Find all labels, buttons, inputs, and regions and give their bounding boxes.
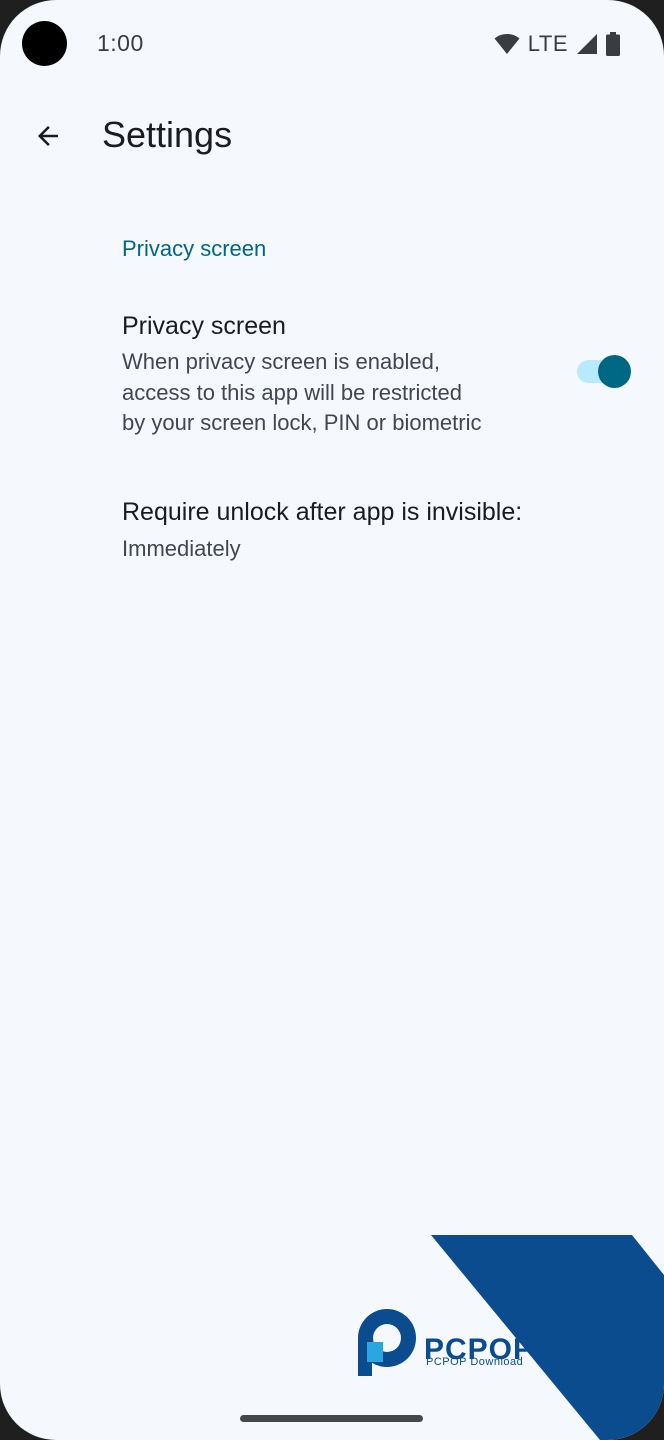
privacy-screen-switch[interactable]	[577, 355, 632, 388]
preference-title: Require unlock after app is invisible:	[122, 498, 523, 526]
section-header-privacy: Privacy screen	[122, 236, 267, 261]
signal-icon	[577, 34, 597, 54]
network-type-label: LTE	[527, 31, 568, 56]
switch-thumb	[598, 355, 631, 388]
require-unlock-preference[interactable]: Require unlock after app is invisible: I…	[0, 486, 664, 582]
arrow-back-icon	[38, 126, 58, 146]
watermark-brand: PCPOP下载	[424, 1333, 597, 1366]
phone-screen: 1:00 LTE Settings Privacy screen Privacy…	[0, 0, 664, 1440]
watermark-subtitle: PCPOP Download	[426, 1356, 524, 1368]
status-icons: LTE	[494, 30, 620, 58]
preference-summary: Immediately	[122, 536, 241, 561]
summary-line: access to this app will be restricted	[122, 379, 462, 405]
summary-line: When privacy screen is enabled,	[122, 349, 440, 374]
privacy-screen-preference[interactable]: Privacy screen When privacy screen is en…	[0, 296, 664, 456]
top-app-bar: Settings	[0, 96, 664, 180]
watermark: PCPOP下载 PCPOP Download	[0, 0, 664, 1440]
page-title: Settings	[102, 114, 233, 155]
summary-line: by your screen lock, PIN or biometric	[122, 410, 482, 435]
preference-summary: When privacy screen is enabled, access t…	[122, 347, 532, 439]
watermark-logo-icon	[358, 1309, 416, 1376]
camera-cutout	[22, 21, 67, 66]
back-button[interactable]	[22, 110, 74, 162]
watermark-stripe	[431, 1235, 664, 1440]
preference-title: Privacy screen	[122, 312, 286, 340]
wifi-icon	[494, 34, 520, 54]
battery-icon	[606, 32, 620, 56]
status-time: 1:00	[97, 30, 144, 56]
gesture-nav-handle[interactable]	[240, 1415, 423, 1422]
status-bar: 1:00 LTE	[0, 0, 664, 88]
